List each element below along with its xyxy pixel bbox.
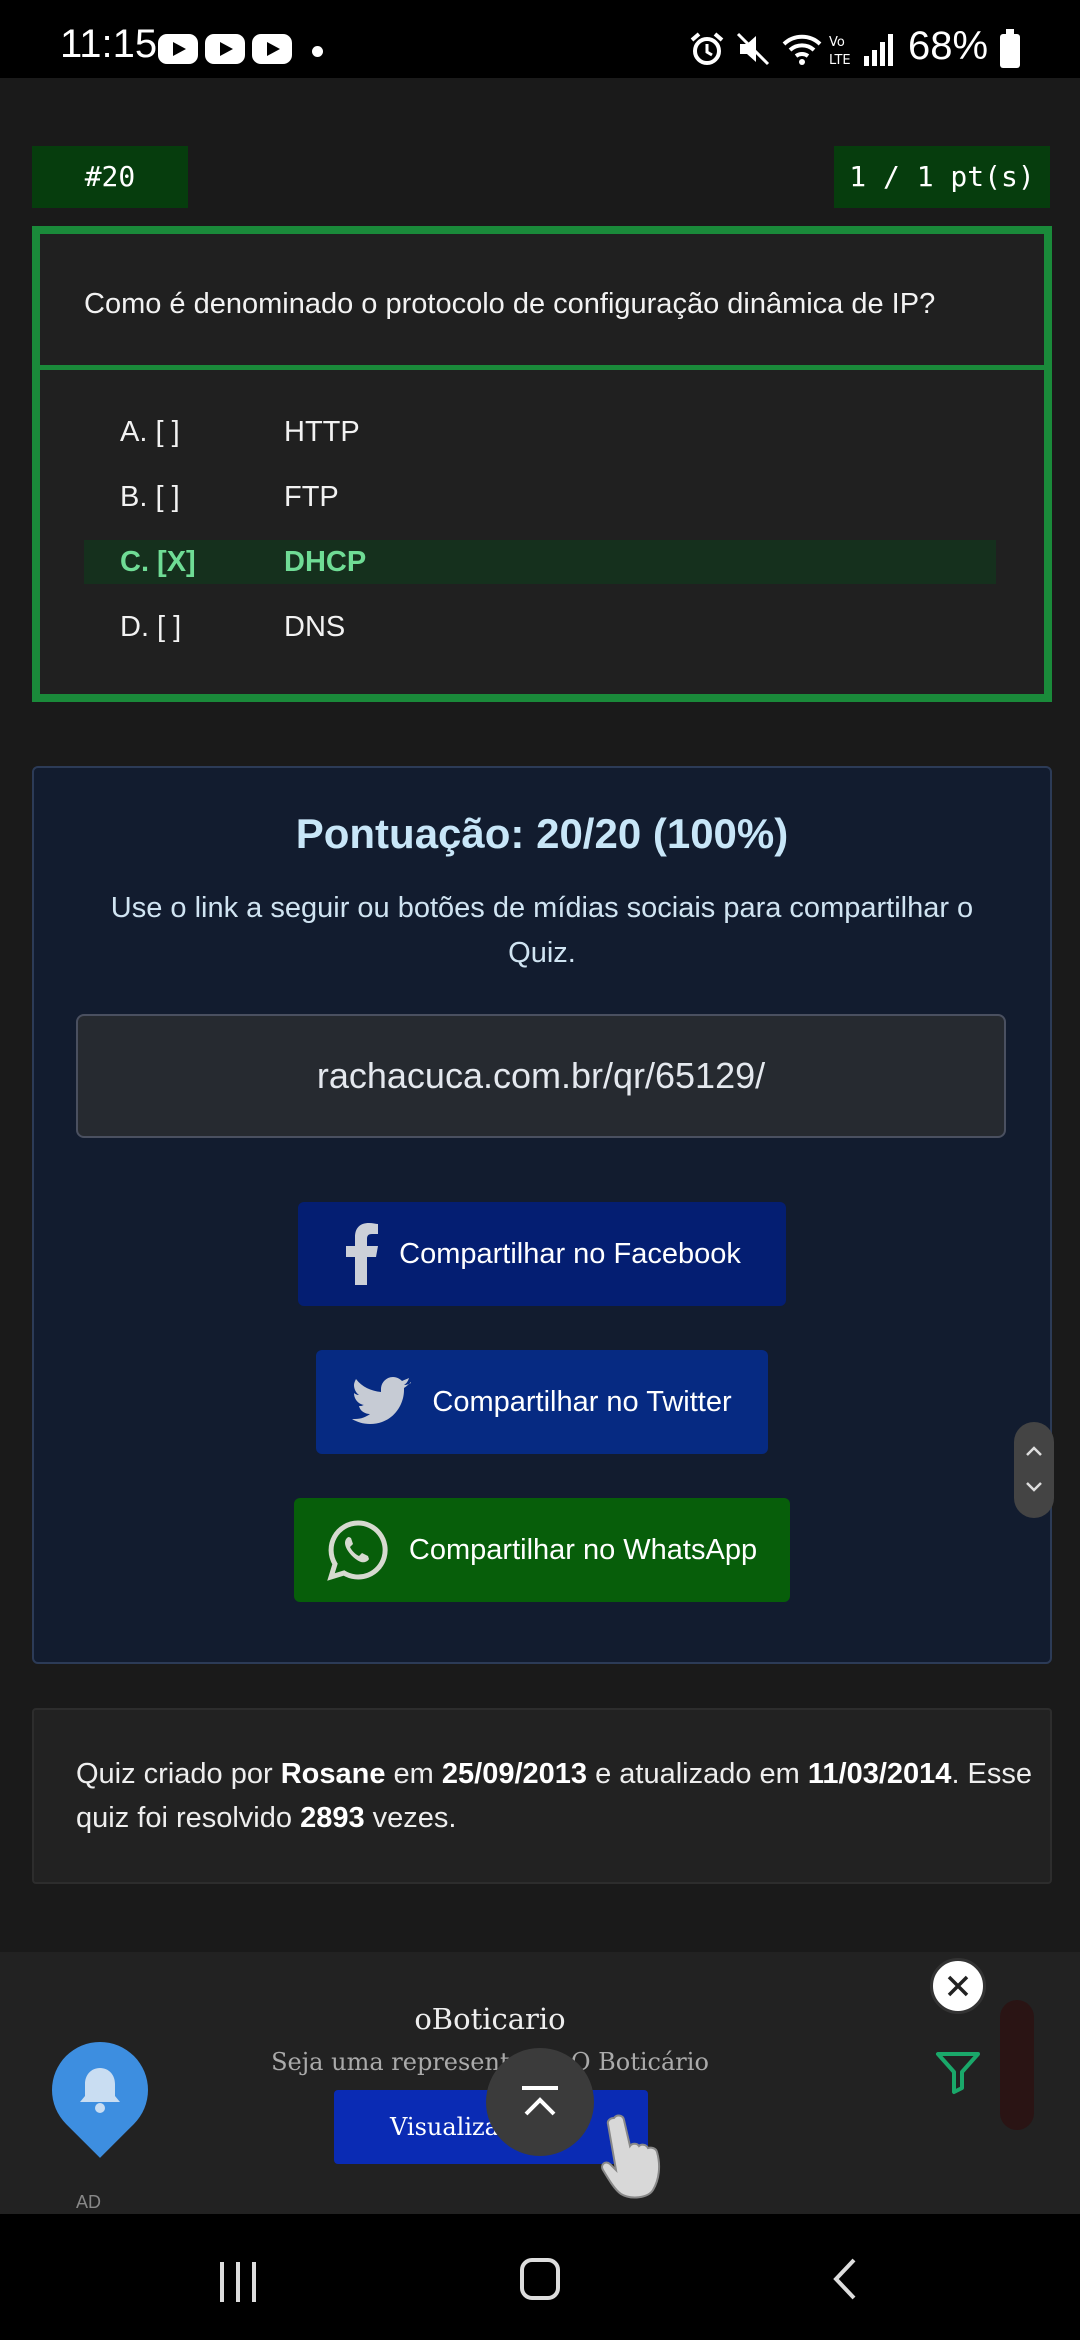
info-updated-date: 11/03/2014: [807, 1758, 952, 1790]
alarm-icon: [690, 32, 724, 65]
notification-dot-icon: [312, 46, 323, 57]
info-text: e atualizado em: [587, 1758, 808, 1790]
svg-text:LTE: LTE: [829, 53, 851, 68]
back-button[interactable]: [830, 2256, 860, 2302]
share-whatsapp-label: Compartilhar no WhatsApp: [408, 1533, 758, 1566]
facebook-icon: [346, 1223, 379, 1285]
filter-icon[interactable]: [934, 2048, 982, 2096]
info-author: Rosane: [280, 1758, 386, 1790]
close-icon: [947, 1975, 969, 1997]
score-title: Pontuação: 20/20 (100%): [295, 810, 789, 857]
quiz-info: Quiz criado por Rosane em 25/09/2013 e a…: [32, 1708, 1052, 1884]
option-a[interactable]: A. [ ] HTTP: [84, 400, 996, 465]
status-bar: 11:15 Vo LTE 68%: [0, 0, 1080, 78]
wifi-icon: [782, 34, 822, 65]
system-nav-bar: [0, 2214, 1080, 2340]
share-twitter-label: Compartilhar no Twitter: [432, 1385, 732, 1418]
info-text: em: [385, 1758, 442, 1790]
question-text: Como é denominado o protocolo de configu…: [40, 234, 1044, 370]
ad-label: AD: [76, 2192, 102, 2212]
home-button[interactable]: [520, 2258, 560, 2300]
ad-subtitle: Seja uma representante O Boticário: [271, 2048, 709, 2076]
ad-side-element: [1000, 2000, 1034, 2130]
signal-icon: [864, 34, 893, 66]
info-text: vezes.: [364, 1802, 457, 1834]
answer-options: A. [ ] HTTP B. [ ] FTP C. [X] DHCP D. [ …: [40, 370, 1044, 660]
twitter-icon: [352, 1377, 412, 1424]
scroll-handle[interactable]: [1014, 1422, 1054, 1518]
option-answer: FTP: [284, 481, 339, 513]
option-letter: C. [X]: [120, 546, 196, 578]
info-text: Quiz criado por: [76, 1758, 281, 1790]
info-solved-count: 2893: [300, 1802, 365, 1834]
battery-icon: [1000, 29, 1020, 68]
option-letter: A. [ ]: [120, 416, 180, 448]
volte-icon: Vo LTE: [829, 35, 851, 68]
status-time: 11:15: [60, 22, 158, 66]
share-link-field[interactable]: rachacuca.com.br/qr/65129/: [76, 1014, 1006, 1138]
share-whatsapp-button[interactable]: Compartilhar no WhatsApp: [294, 1498, 790, 1602]
option-b[interactable]: B. [ ] FTP: [84, 465, 996, 530]
share-facebook-label: Compartilhar no Facebook: [399, 1237, 741, 1270]
back-to-top-button[interactable]: [486, 2048, 594, 2156]
chevron-down-icon: [1026, 1482, 1042, 1492]
whatsapp-icon: [327, 1520, 388, 1581]
youtube-icon: [252, 34, 292, 64]
question-number-badge: #20: [32, 146, 188, 208]
option-answer: HTTP: [284, 416, 360, 448]
question-points-badge: 1 / 1 pt(s): [834, 146, 1050, 208]
info-created-date: 25/09/2013: [441, 1758, 588, 1790]
recent-apps-button[interactable]: [218, 2262, 260, 2302]
battery-level: 68%: [908, 24, 989, 68]
option-letter: B. [ ]: [120, 481, 180, 513]
ad-brand: oBoticario: [414, 2002, 566, 2036]
share-twitter-button[interactable]: Compartilhar no Twitter: [316, 1350, 768, 1454]
score-card: Pontuação: 20/20 (100%) Use o link a seg…: [32, 766, 1052, 1664]
option-d[interactable]: D. [ ] DNS: [84, 595, 996, 660]
question-card: Como é denominado o protocolo de configu…: [32, 226, 1052, 702]
option-answer: DHCP: [284, 546, 367, 578]
option-c-selected[interactable]: C. [X] DHCP: [84, 540, 996, 584]
youtube-icon: [205, 34, 245, 64]
youtube-icon: [158, 34, 198, 64]
share-facebook-button[interactable]: Compartilhar no Facebook: [298, 1202, 786, 1306]
score-description: Use o link a seguir ou botões de mídias …: [110, 892, 974, 969]
ad-close-button[interactable]: [930, 1958, 986, 2014]
option-letter: D. [ ]: [120, 611, 182, 643]
mute-icon: [736, 32, 770, 66]
pointer-hand-icon: [601, 2114, 661, 2199]
svg-text:Vo: Vo: [829, 35, 845, 50]
arrow-up-icon: [522, 2086, 558, 2116]
option-answer: DNS: [284, 611, 346, 643]
bell-icon: [80, 2068, 120, 2113]
chevron-up-icon: [1026, 1446, 1042, 1456]
